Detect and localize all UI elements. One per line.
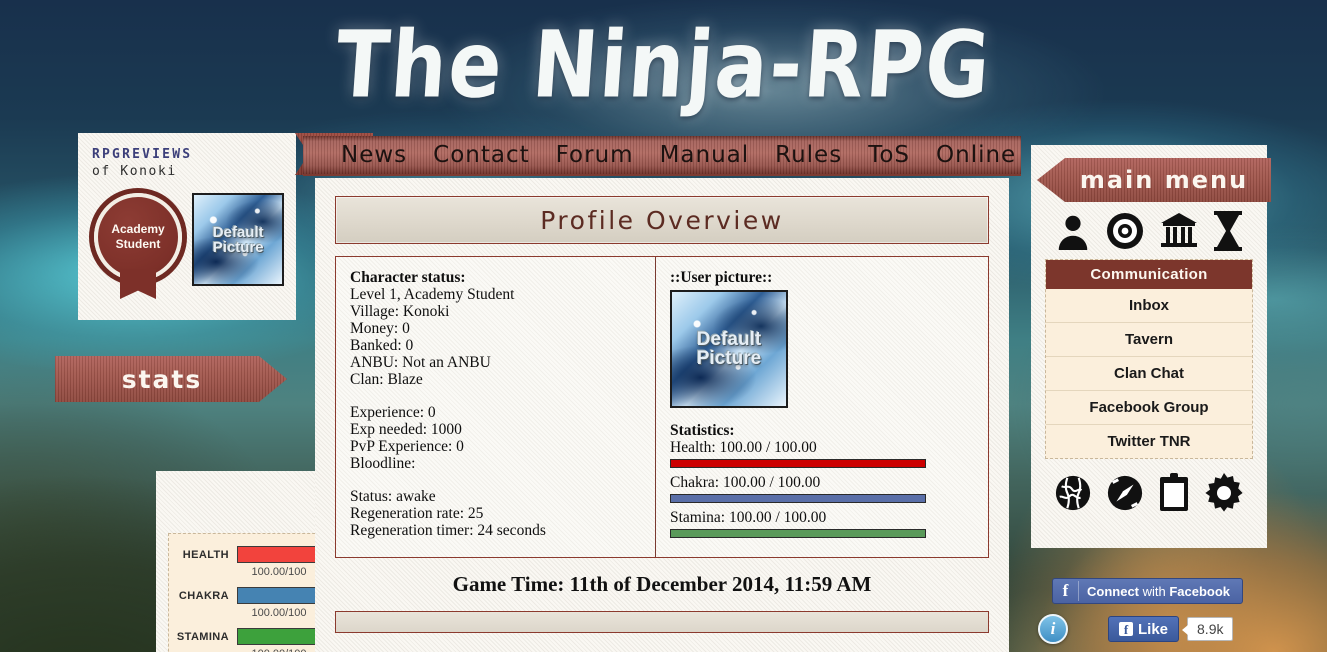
character-status-column: Character status: Level 1, Academy Stude… (336, 257, 656, 557)
user-picture[interactable]: Default Picture (670, 290, 788, 408)
communication-header: Communication (1046, 260, 1252, 289)
rank-seal: Academy Student (94, 193, 182, 281)
character-status-anbu: ANBU: Not an ANBU (350, 354, 491, 371)
sidebar-avatar[interactable]: Default Picture (192, 193, 284, 286)
rpgreviews-title: RPGREVIEWS (92, 147, 193, 162)
temple-icon[interactable] (1159, 212, 1199, 250)
statistics-stamina-label: Stamina: 100.00 / 100.00 (670, 509, 827, 526)
user-picture-heading: ::User picture:: (670, 269, 773, 286)
page-title: Profile Overview (335, 196, 989, 244)
stat-row-stamina: STAMINA (175, 628, 329, 645)
nav-item-tos[interactable]: ToS (868, 142, 910, 168)
profile-grid: Character status: Level 1, Academy Stude… (335, 256, 989, 558)
user-picture-label: Default Picture (696, 329, 762, 369)
facebook-f-icon: f (1053, 581, 1079, 601)
menu-item-inbox[interactable]: Inbox (1046, 289, 1252, 323)
connect-with-facebook-button[interactable]: f Connect with Facebook (1052, 578, 1243, 604)
clipboard-icon[interactable] (1158, 473, 1190, 513)
hourglass-icon[interactable] (1212, 211, 1244, 251)
stat-value-stamina: 100.00/100 (229, 648, 329, 652)
compass-icon[interactable] (1106, 474, 1144, 512)
bloodline: Bloodline: (350, 455, 416, 472)
menu-item-twitter-tnr[interactable]: Twitter TNR (1046, 425, 1252, 458)
facebook-f-square-icon: f (1119, 622, 1133, 636)
communication-menu: Communication Inbox Tavern Clan Chat Fac… (1045, 259, 1253, 459)
game-time: Game Time: 11th of December 2014, 11:59 … (452, 572, 872, 596)
statistics-heading: Statistics: (670, 422, 735, 439)
stats-banner-label: stats (121, 364, 203, 394)
sidebar-avatar-label: Default Picture (212, 223, 264, 256)
nav-item-contact[interactable]: Contact (433, 142, 529, 168)
character-status-money: Money: 0 (350, 320, 410, 337)
rpgreviews-subtitle: of Konoki (92, 164, 177, 179)
stat-label-stamina: STAMINA (176, 630, 229, 643)
facebook-like-count: 8.9k (1181, 617, 1234, 641)
regeneration-timer: Regeneration timer: 24 seconds (350, 522, 546, 539)
facebook-like-label: Like (1138, 620, 1169, 638)
character-status-banked: Banked: 0 (350, 337, 414, 354)
rank-seal-label: Academy Student (111, 222, 165, 251)
user-picture-column: ::User picture:: Default Picture Statist… (656, 257, 988, 557)
statistics-health-bar (670, 459, 926, 468)
user-icon[interactable] (1054, 212, 1092, 250)
main-menu-banner-label: main menu (1079, 166, 1249, 194)
badge-row: Academy Student Default Picture (92, 193, 284, 299)
character-status-level: Level 1, Academy Student (350, 286, 515, 303)
info-icon[interactable]: i (1038, 614, 1068, 644)
main-navigation: News Contact Forum Manual Rules ToS Onli… (303, 136, 1021, 176)
rank-badge: Academy Student (92, 193, 182, 299)
character-status-clan: Clan: Blaze (350, 371, 423, 388)
stats-banner: stats (55, 356, 287, 402)
globe-icon[interactable] (1054, 474, 1092, 512)
stat-row-chakra: CHAKRA (175, 587, 329, 604)
content-panel: Profile Overview Character status: Level… (315, 178, 1009, 652)
page-title-text: Profile Overview (540, 205, 784, 235)
nav-item-news[interactable]: News (341, 142, 407, 168)
nav-item-rules[interactable]: Rules (775, 142, 842, 168)
stat-value-chakra: 100.00/100 (251, 607, 307, 619)
stat-label-health: HEALTH (182, 548, 229, 561)
next-panel-stub (335, 611, 989, 633)
menu-item-facebook-group[interactable]: Facebook Group (1046, 391, 1252, 425)
experience-pvp: PvP Experience: 0 (350, 438, 464, 455)
rank-seal-tail (120, 269, 156, 299)
experience-current: Experience: 0 (350, 404, 436, 421)
bottom-menu-icons (1045, 459, 1253, 521)
statistics-stamina-bar (670, 529, 926, 538)
stat-value-health: 100.00/100 (251, 566, 307, 578)
statistics-chakra-label: Chakra: 100.00 / 100.00 (670, 474, 821, 491)
facebook-like-button[interactable]: f Like (1108, 616, 1180, 642)
main-menu-icons (1045, 207, 1253, 259)
main-menu-banner: main menu (1037, 158, 1271, 202)
profile-card: RPGREVIEWS of Konoki Academy Student Def… (78, 133, 373, 320)
statistics-health-label: Health: 100.00 / 100.00 (670, 439, 817, 456)
menu-item-tavern[interactable]: Tavern (1046, 323, 1252, 357)
character-status-village: Village: Konoki (350, 303, 450, 320)
regeneration-rate: Regeneration rate: 25 (350, 505, 484, 522)
left-sidebar: RPGREVIEWS of Konoki Academy Student Def… (78, 133, 373, 652)
connect-with-facebook-label: Connect with Facebook (1087, 583, 1231, 599)
target-icon[interactable] (1105, 211, 1145, 251)
stat-row-health: HEALTH (175, 546, 329, 563)
statistics-chakra-bar (670, 494, 926, 503)
stat-label-chakra: CHAKRA (178, 589, 229, 602)
nav-item-manual[interactable]: Manual (660, 142, 750, 168)
nav-item-online[interactable]: Online (936, 142, 1016, 168)
experience-needed: Exp needed: 1000 (350, 421, 462, 438)
character-status-heading: Character status: (350, 269, 466, 286)
site-header: The Ninja-RPG (0, 0, 1327, 132)
nav-item-forum[interactable]: Forum (556, 142, 634, 168)
facebook-like-widget: f Like 8.9k (1108, 616, 1234, 642)
site-title-text: The Ninja-RPG (332, 12, 995, 120)
status-awake: Status: awake (350, 488, 436, 505)
gear-icon[interactable] (1204, 473, 1244, 513)
menu-item-clan-chat[interactable]: Clan Chat (1046, 357, 1252, 391)
right-sidebar: Communication Inbox Tavern Clan Chat Fac… (1031, 145, 1267, 548)
